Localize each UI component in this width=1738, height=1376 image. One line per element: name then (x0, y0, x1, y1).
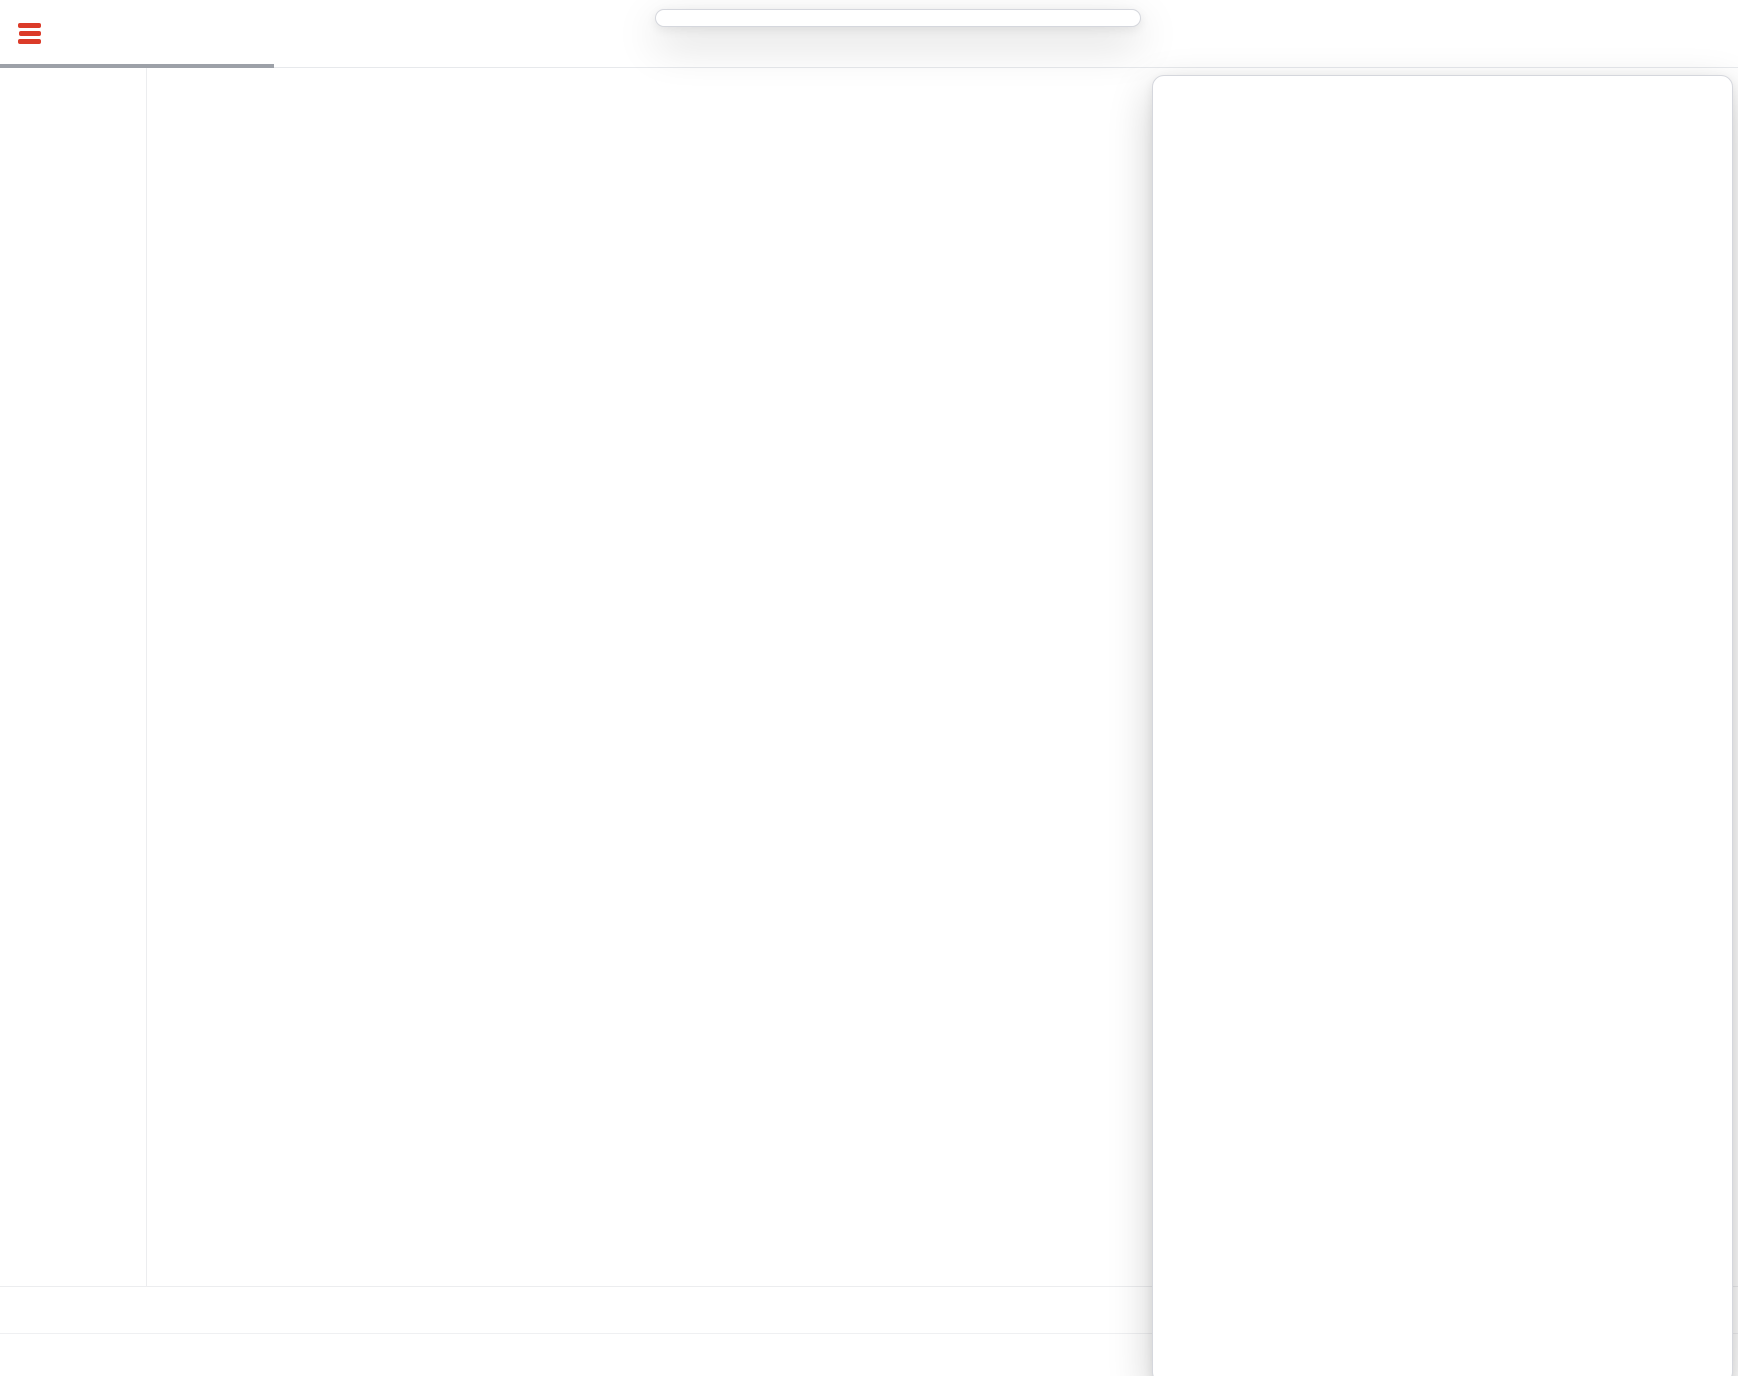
active-tab-indicator (0, 64, 274, 68)
code-area[interactable] (0, 68, 1738, 74)
gutter-separator (146, 68, 147, 1308)
refactor-submenu (655, 9, 1141, 27)
ide-window (0, 0, 1738, 1376)
scala-file-icon (18, 23, 41, 44)
editor-context-menu (1152, 75, 1733, 1376)
tab-pathnode-scala[interactable] (0, 0, 90, 67)
